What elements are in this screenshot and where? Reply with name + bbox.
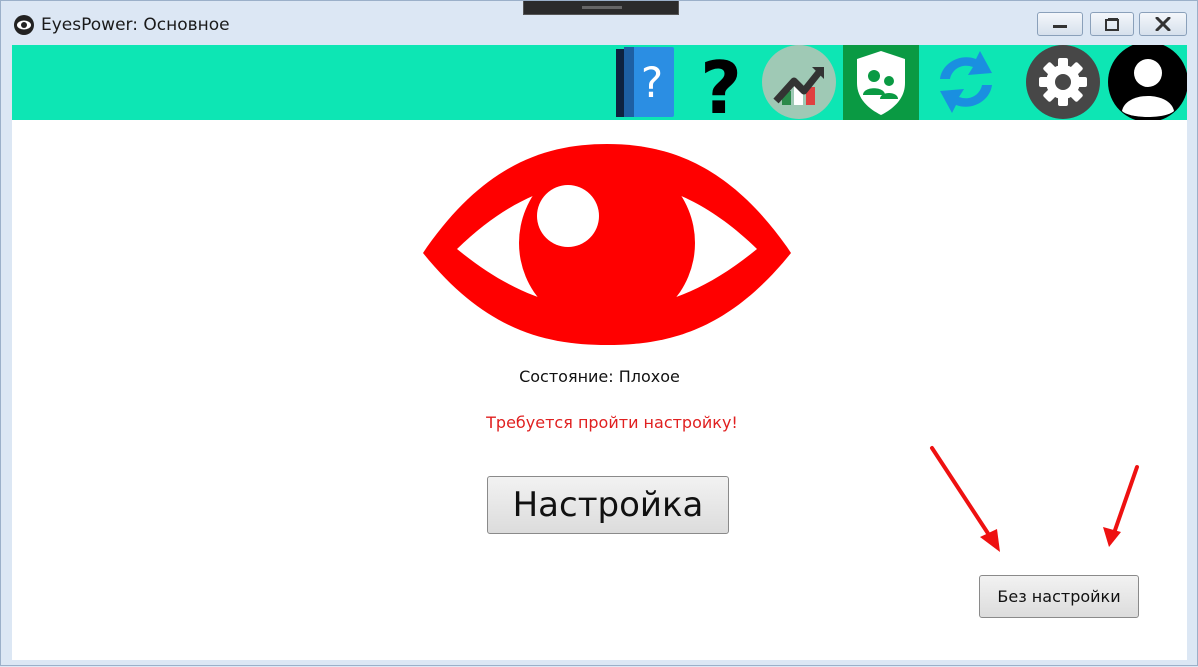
setup-required-warning: Требуется пройти настройку! <box>486 413 738 432</box>
close-icon <box>1155 17 1171 31</box>
eye-logo-icon <box>14 15 34 35</box>
shield-users-icon <box>857 51 905 115</box>
gear-icon[interactable] <box>1024 45 1102 120</box>
toolbar: ? ? <box>12 45 1187 120</box>
skip-setup-button[interactable]: Без настройки <box>979 575 1139 618</box>
title-bar[interactable]: EyesPower: Основное <box>1 1 1198 43</box>
setup-button[interactable]: Настройка <box>487 476 729 534</box>
chart-trend-icon[interactable] <box>760 45 838 120</box>
eye-status-icon <box>423 144 791 345</box>
user-avatar-icon[interactable] <box>1108 45 1187 120</box>
maximize-icon <box>1105 18 1119 31</box>
minimize-button[interactable] <box>1037 12 1083 36</box>
svg-text:?: ? <box>700 46 742 120</box>
refresh-icon[interactable] <box>930 45 1002 120</box>
app-window: EyesPower: Основное ? ? Состояние: Плохо… <box>0 0 1198 666</box>
window-title: EyesPower: Основное <box>41 15 230 35</box>
question-mark-icon[interactable]: ? <box>690 45 752 120</box>
help-book-icon[interactable]: ? <box>612 45 678 120</box>
svg-text:?: ? <box>641 58 663 107</box>
maximize-button[interactable] <box>1090 12 1134 36</box>
status-label: Состояние: Плохое <box>519 367 680 386</box>
close-button[interactable] <box>1139 12 1187 36</box>
parental-control-button[interactable] <box>843 45 919 120</box>
minimize-icon <box>1053 25 1067 28</box>
main-content: ? ? Состояние: Плохое Требуется пройти н… <box>12 45 1187 660</box>
